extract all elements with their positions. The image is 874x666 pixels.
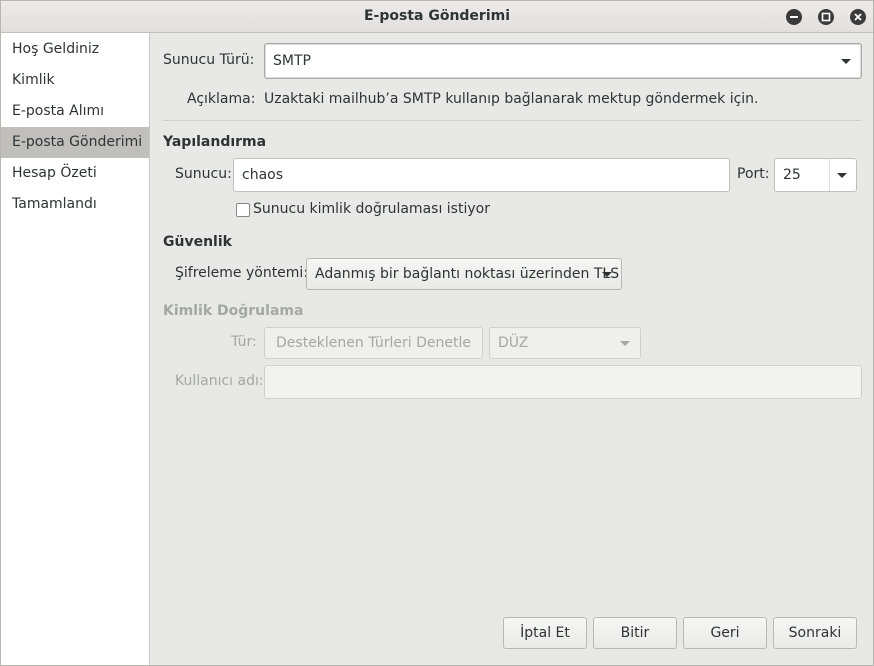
auth-type-chevron-down-icon: [620, 341, 630, 346]
sidebar-item-sending-email[interactable]: E-posta Gönderimi: [1, 127, 149, 158]
sidebar: Hoş Geldiniz Kimlik E-posta Alımı E-post…: [1, 33, 150, 665]
window-title: E-posta Gönderimi: [363, 8, 511, 24]
sidebar-item-done[interactable]: Tamamlandı: [1, 189, 149, 220]
auth-required-checkbox[interactable]: [236, 203, 250, 217]
server-type-label: Sunucu Türü:: [163, 52, 255, 68]
sidebar-item-identity[interactable]: Kimlik: [1, 65, 149, 96]
minimize-icon[interactable]: [786, 9, 802, 25]
next-button[interactable]: Sonraki: [773, 617, 857, 649]
back-button[interactable]: Geri: [683, 617, 767, 649]
chevron-down-icon: [841, 59, 851, 64]
sidebar-item-welcome[interactable]: Hoş Geldiniz: [1, 34, 149, 65]
assistant-window: E-posta Gönderimi Hoş Geldiniz Kimlik E-…: [0, 0, 874, 666]
description-text: Uzaktaki mailhub’a SMTP kullanıp bağlana…: [264, 91, 759, 107]
encryption-value: Adanmış bir bağlantı noktası üzerinden T…: [315, 266, 620, 282]
auth-type-dropdown[interactable]: DÜZ: [489, 327, 641, 359]
cancel-button[interactable]: İptal Et: [503, 617, 587, 649]
auth-required-label[interactable]: Sunucu kimlik doğrulaması istiyor: [253, 201, 490, 217]
configuration-heading: Yapılandırma: [163, 134, 267, 150]
auth-type-label: Tür:: [231, 334, 257, 350]
main-panel: Sunucu Türü: SMTP Açıklama: Uzaktaki mai…: [151, 33, 873, 665]
username-label: Kullanıcı adı:: [175, 373, 264, 389]
server-input-value: chaos: [242, 167, 284, 183]
maximize-icon[interactable]: [818, 9, 834, 25]
finish-button[interactable]: Bitir: [593, 617, 677, 649]
server-type-dropdown[interactable]: SMTP: [264, 43, 862, 79]
authentication-heading: Kimlik Doğrulama: [163, 303, 304, 319]
encryption-label: Şifreleme yöntemi:: [175, 265, 309, 281]
server-input[interactable]: chaos: [233, 158, 730, 192]
security-heading: Güvenlik: [163, 234, 232, 250]
separator: [163, 120, 861, 121]
encryption-dropdown[interactable]: Adanmış bir bağlantı noktası üzerinden T…: [306, 258, 622, 290]
server-label: Sunucu:: [175, 166, 232, 182]
description-label: Açıklama:: [187, 91, 256, 107]
username-input[interactable]: [264, 365, 862, 399]
port-combo[interactable]: 25: [774, 158, 857, 192]
sidebar-item-account-summary[interactable]: Hesap Özeti: [1, 158, 149, 189]
port-label: Port:: [737, 166, 770, 182]
encryption-chevron-down-icon: [602, 272, 612, 277]
sidebar-item-receiving-email[interactable]: E-posta Alımı: [1, 96, 149, 127]
auth-type-value: DÜZ: [498, 335, 529, 351]
check-supported-types-button[interactable]: Desteklenen Türleri Denetle: [264, 327, 483, 359]
server-type-value: SMTP: [273, 53, 311, 69]
title-bar[interactable]: E-posta Gönderimi: [1, 1, 873, 33]
port-value: 25: [783, 167, 801, 183]
port-chevron-down-icon[interactable]: [837, 173, 847, 178]
close-icon[interactable]: [850, 9, 866, 25]
